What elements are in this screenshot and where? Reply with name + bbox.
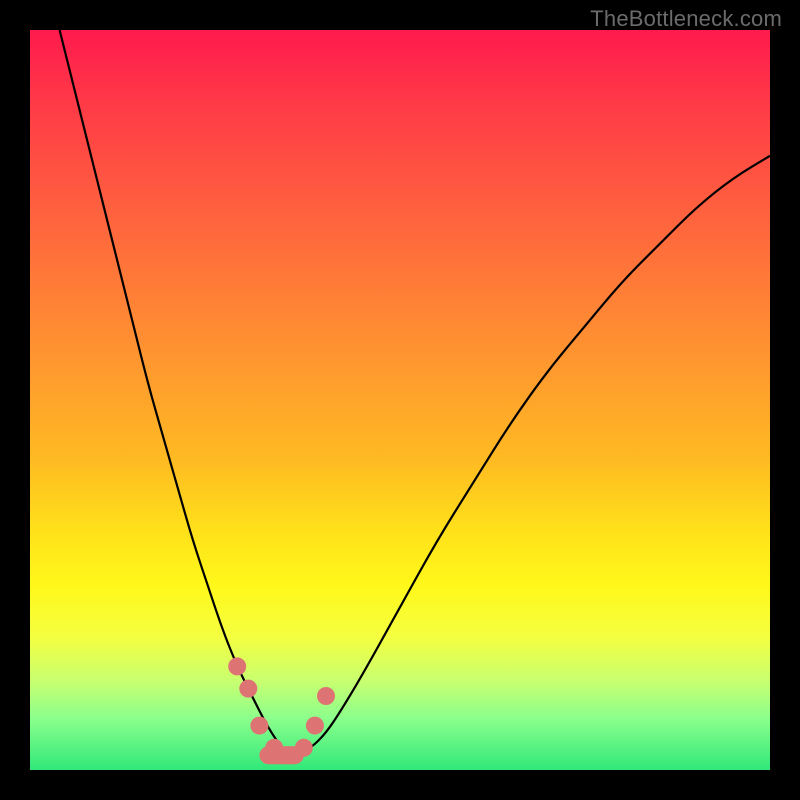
watermark-text: TheBottleneck.com <box>590 6 782 32</box>
marker-dot <box>228 657 246 675</box>
marker-dot <box>306 717 324 735</box>
outer-frame: TheBottleneck.com <box>0 0 800 800</box>
chart-svg <box>30 30 770 770</box>
marker-dot <box>250 717 268 735</box>
marker-bar <box>259 746 303 764</box>
bottleneck-curve <box>60 30 770 755</box>
marker-dot <box>317 687 335 705</box>
marker-group <box>228 657 335 764</box>
curve-group <box>60 30 770 755</box>
marker-dot <box>239 680 257 698</box>
plot-area <box>30 30 770 770</box>
